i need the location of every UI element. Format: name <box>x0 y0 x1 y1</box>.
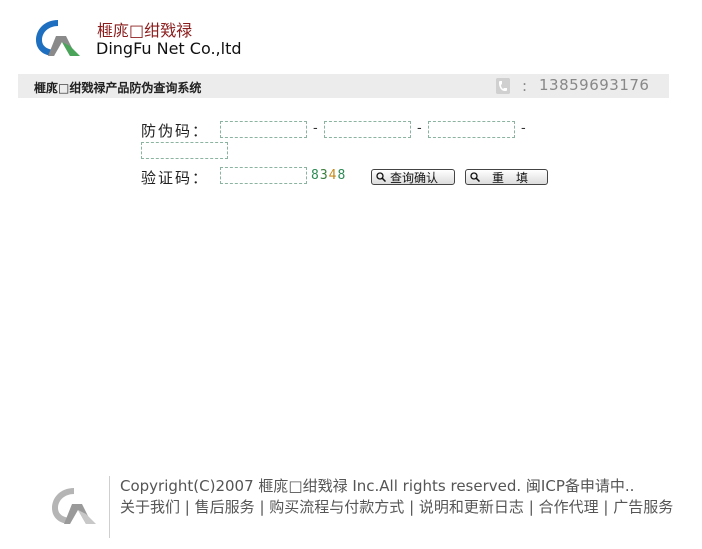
search-icon <box>376 172 386 182</box>
title-bar: 榧庣□绀戣禄产品防伪查询系统 : 13859693176 <box>18 74 669 98</box>
query-button[interactable]: 查询确认 <box>371 169 455 185</box>
code-input-1[interactable] <box>220 121 307 138</box>
verify-input[interactable] <box>220 167 307 184</box>
phone-colon: : <box>522 77 528 95</box>
search-icon <box>470 172 480 182</box>
footer-separator: | <box>259 498 265 516</box>
brand-name-en: DingFu Net Co.,ltd <box>96 39 242 58</box>
company-logo <box>36 20 80 56</box>
footer-separator: | <box>603 498 609 516</box>
code-label: 防伪码： <box>141 122 210 140</box>
captcha-digit: 3 <box>319 168 329 183</box>
footer-link-purchase[interactable]: 购买流程与付款方式 <box>269 498 404 516</box>
footer-link-about[interactable]: 关于我们 <box>120 498 180 516</box>
footer-separator: | <box>409 498 415 516</box>
query-button-label: 查询确认 <box>390 170 439 185</box>
reset-button[interactable]: 重 填 <box>465 169 548 185</box>
captcha-digit: 8 <box>337 168 347 183</box>
code-input-4[interactable] <box>141 142 228 159</box>
system-title: 榧庣□绀戣禄产品防伪查询系统 <box>34 81 202 95</box>
brand-name-cn: 榧庣□绀戣禄 <box>97 21 193 40</box>
reset-button-label: 重 填 <box>492 170 529 185</box>
copyright-text: Copyright(C)2007 榧庣□绀戣禄 Inc.All rights r… <box>120 477 635 495</box>
code-dash-3: - <box>521 121 526 136</box>
footer-logo <box>52 488 96 524</box>
footer-link-partner[interactable]: 合作代理 <box>539 498 599 516</box>
footer-links: 关于我们 | 售后服务 | 购买流程与付款方式 | 说明和更新日志 | 合作代理… <box>120 497 695 518</box>
verify-label: 验证码： <box>141 169 210 187</box>
footer-divider <box>109 476 110 538</box>
captcha-image[interactable]: 8348 <box>311 168 346 183</box>
code-dash-2: - <box>417 121 422 136</box>
footer-separator: | <box>184 498 190 516</box>
code-input-2[interactable] <box>324 121 411 138</box>
code-dash-1: - <box>313 121 318 136</box>
phone-icon <box>496 78 510 94</box>
captcha-digit: 8 <box>311 168 320 183</box>
footer: Copyright(C)2007 榧庣□绀戣禄 Inc.All rights r… <box>120 476 695 518</box>
footer-separator: | <box>528 498 534 516</box>
footer-link-ads[interactable]: 广告服务 <box>613 498 673 516</box>
phone-number: 13859693176 <box>539 76 650 94</box>
footer-link-changelog[interactable]: 说明和更新日志 <box>419 498 524 516</box>
code-input-3[interactable] <box>428 121 515 138</box>
footer-link-after-sales[interactable]: 售后服务 <box>195 498 255 516</box>
